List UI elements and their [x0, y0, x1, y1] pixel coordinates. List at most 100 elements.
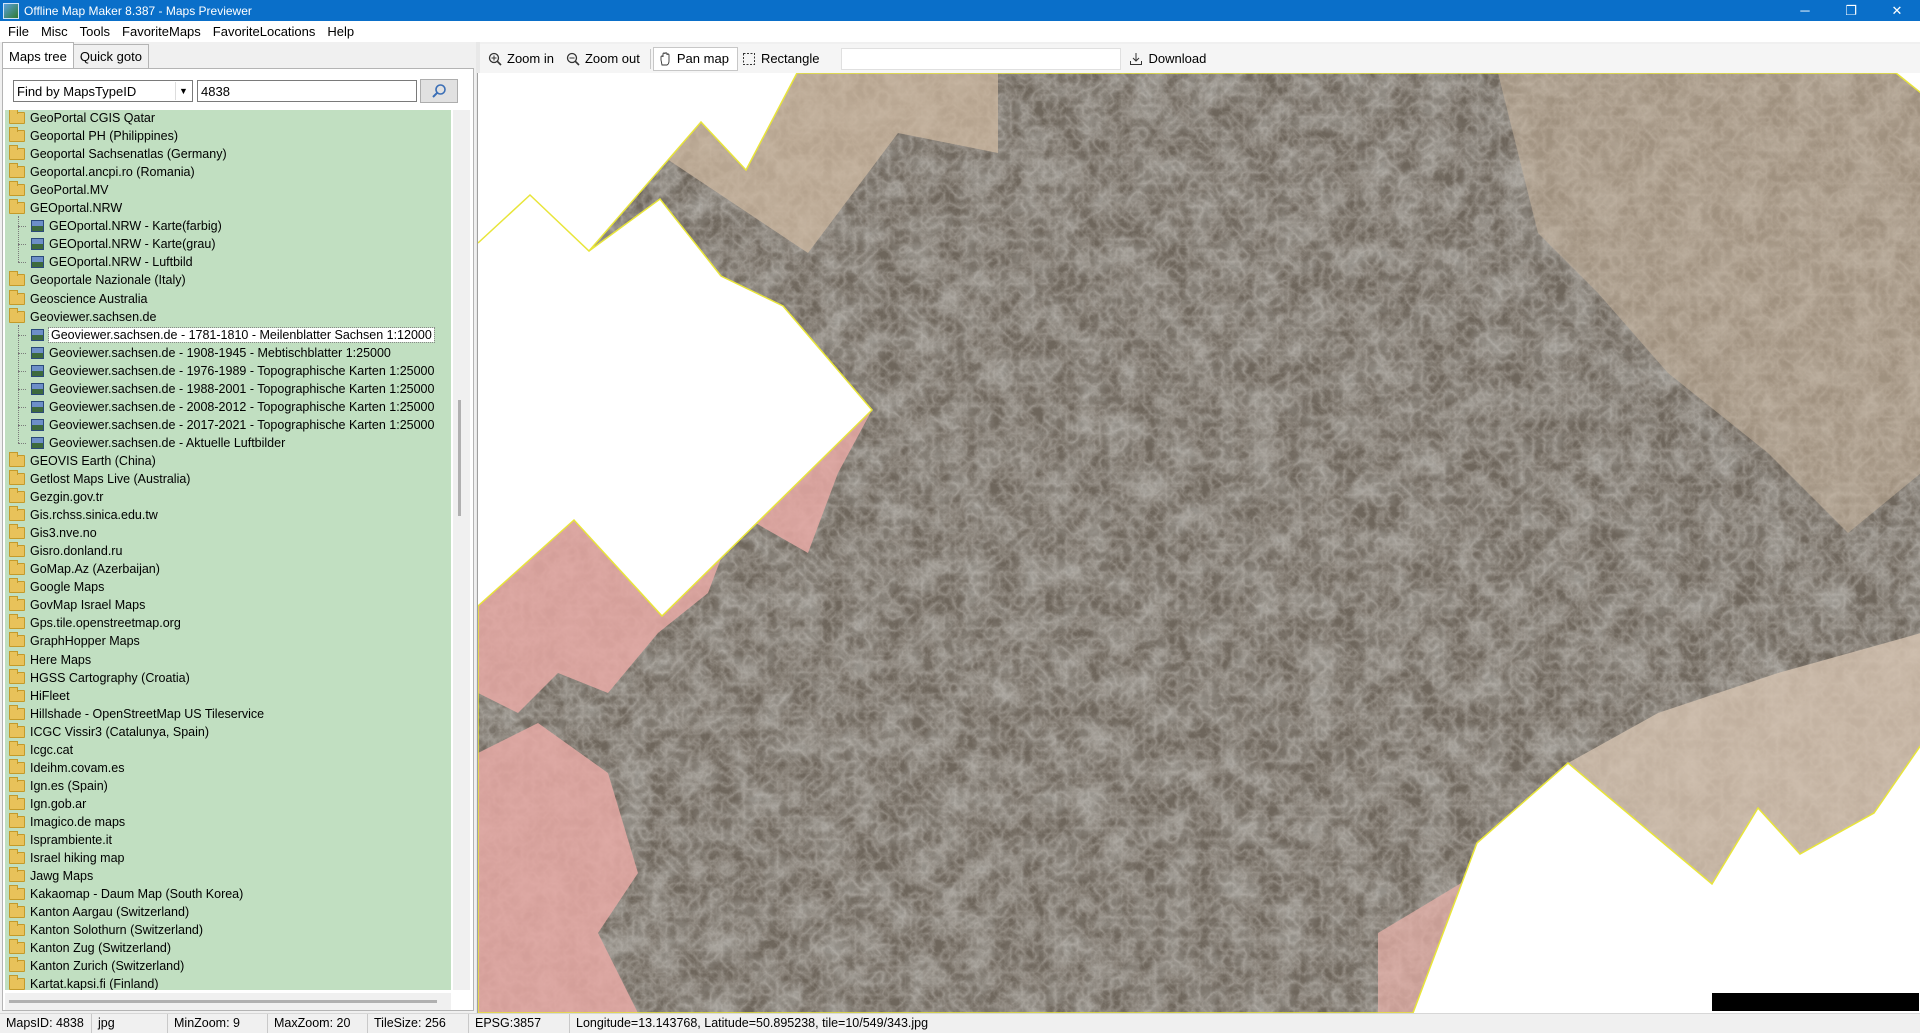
menu-help[interactable]: Help	[322, 24, 361, 39]
find-input[interactable]: 4838	[197, 80, 417, 102]
tree-folder-item[interactable]: Geoportal.ancpi.ro (Romania)	[9, 163, 195, 181]
tree-folder-item[interactable]: Kanton Aargau (Switzerland)	[9, 903, 189, 921]
tree-item-label: Geoscience Australia	[30, 291, 148, 306]
map-view[interactable]	[477, 73, 1920, 1013]
folder-icon	[9, 488, 25, 504]
tree-folder-item[interactable]: Kartat.kapsi.fi (Finland)	[9, 975, 159, 990]
pan-map-button[interactable]: Pan map	[652, 46, 738, 71]
map-canvas[interactable]	[478, 73, 1920, 1013]
tree-connector	[18, 226, 26, 228]
tree-folder-item[interactable]: Geoportal PH (Philippines)	[9, 127, 178, 145]
rectangle-button[interactable]: Rectangle	[738, 47, 828, 71]
maps-tree[interactable]: GeoPortal CGIS Qatar Geoportal PH (Philip…	[5, 110, 451, 990]
tree-folder-item[interactable]: Gisro.donland.ru	[9, 542, 122, 560]
tree-folder-item[interactable]: GEOportal.NRW	[9, 199, 122, 217]
tree-folder-item[interactable]: GovMap Israel Maps	[9, 596, 145, 614]
tree-folder-item[interactable]: Geoportale Nazionale (Italy)	[9, 271, 186, 289]
tree-item-label: HiFleet	[30, 688, 70, 703]
tree-folder-item[interactable]: Kanton Solothurn (Switzerland)	[9, 921, 203, 939]
tree-folder-item[interactable]: Gps.tile.openstreetmap.org	[9, 614, 181, 632]
tree-map-item[interactable]: Geoviewer.sachsen.de - 1988-2001 - Topog…	[31, 380, 434, 398]
tree-item-label: Kanton Solothurn (Switzerland)	[30, 923, 204, 938]
tree-folder-item[interactable]: Google Maps	[9, 578, 104, 596]
tree-folder-item[interactable]: Gis3.nve.no	[9, 524, 97, 542]
tree-folder-item[interactable]: Gis.rchss.sinica.edu.tw	[9, 506, 158, 524]
tree-folder-item[interactable]: ICGC Vissir3 (Catalunya, Spain)	[9, 722, 209, 741]
menu-favorite-maps[interactable]: FavoriteMaps	[117, 24, 208, 39]
tree-folder-item[interactable]: Ideihm.covam.es	[9, 758, 124, 777]
tree-folder-item[interactable]: Imagico.de maps	[9, 812, 125, 831]
tree-folder-item[interactable]: HGSS Cartography (Croatia)	[9, 668, 190, 687]
folder-icon	[9, 451, 25, 467]
menu-favorite-locations[interactable]: FavoriteLocations	[208, 24, 323, 39]
tree-connector	[18, 216, 19, 263]
toolbar-field[interactable]	[841, 47, 1122, 70]
tree-map-item[interactable]: GEOportal.NRW - Karte(farbig)	[31, 217, 222, 235]
status-bar: MapsID: 4838 jpg MinZoom: 9 MaxZoom: 20 …	[0, 1013, 1920, 1033]
zoom-in-button[interactable]: Zoom in	[484, 47, 562, 71]
tree-folder-item[interactable]: Isprambiente.it	[9, 831, 112, 849]
tree-folder-item[interactable]: GeoPortal.MV	[9, 181, 109, 199]
folder-icon	[9, 794, 25, 810]
tree-map-item[interactable]: GEOportal.NRW - Luftbild	[31, 253, 193, 271]
tree-folder-item[interactable]: Getlost Maps Live (Australia)	[9, 470, 190, 488]
tree-folder-item[interactable]: Geoportal Sachsenatlas (Germany)	[9, 145, 227, 163]
tree-vertical-scrollbar[interactable]	[453, 110, 470, 990]
tree-folder-item[interactable]: GeoPortal CGIS Qatar	[9, 110, 155, 127]
tree-map-item[interactable]: GEOportal.NRW - Karte(grau)	[31, 235, 215, 253]
download-button[interactable]: Download	[1125, 47, 1214, 71]
maximize-button[interactable]: ❐	[1828, 0, 1874, 21]
tree-folder-item[interactable]: Kanton Zug (Switzerland)	[9, 939, 171, 957]
tree-folder-item[interactable]: Here Maps	[9, 650, 92, 669]
tree-item-label: Geoportal.ancpi.ro (Romania)	[30, 165, 195, 180]
tree-map-item[interactable]: Geoviewer.sachsen.de - 1976-1989 - Topog…	[31, 362, 434, 380]
tree-folder-item[interactable]: Icgc.cat	[9, 740, 73, 759]
close-button[interactable]: ✕	[1874, 0, 1920, 21]
tree-folder-item[interactable]: Geoscience Australia	[9, 289, 148, 308]
tab-strip: Maps tree Quick goto	[2, 42, 149, 68]
tree-folder-item[interactable]: Ign.es (Spain)	[9, 776, 108, 795]
find-mode-select[interactable]: Find by MapsTypeID ▼	[13, 80, 193, 102]
scrollbar-thumb[interactable]	[458, 400, 461, 516]
tree-folder-item[interactable]: GraphHopper Maps	[9, 632, 140, 650]
tree-folder-item[interactable]: Hillshade - OpenStreetMap US Tileservice	[9, 704, 264, 723]
tree-map-item[interactable]: Geoviewer.sachsen.de - 1908-1945 - Mebti…	[31, 344, 391, 362]
tree-folder-item[interactable]: Geoviewer.sachsen.de	[9, 307, 156, 326]
tree-map-item[interactable]: Geoviewer.sachsen.de - 2008-2012 - Topog…	[31, 398, 434, 416]
tree-item-label: Here Maps	[30, 652, 92, 667]
tree-item-label: Ign.gob.ar	[30, 796, 87, 811]
search-button[interactable]	[420, 79, 458, 103]
menu-tools[interactable]: Tools	[75, 24, 117, 39]
tree-folder-item[interactable]: Kakaomap - Daum Map (South Korea)	[9, 885, 243, 903]
tree-folder-item[interactable]: GEOVIS Earth (China)	[9, 451, 156, 470]
tree-folder-item[interactable]: Jawg Maps	[9, 867, 93, 885]
zoom-out-button[interactable]: Zoom out	[562, 47, 648, 71]
tab-quick-goto[interactable]: Quick goto	[72, 44, 149, 68]
tree-folder-item[interactable]: HiFleet	[9, 686, 70, 705]
folder-icon	[9, 812, 25, 828]
tree-connector	[18, 370, 26, 372]
tree-horizontal-scrollbar[interactable]	[5, 993, 451, 1010]
tree-folder-item[interactable]: GoMap.Az (Azerbaijan)	[9, 560, 160, 578]
zoom-out-icon	[566, 52, 580, 66]
tree-folder-item[interactable]: Israel hiking map	[9, 849, 125, 867]
tree-folder-item[interactable]: Kanton Zurich (Switzerland)	[9, 957, 184, 975]
menu-file[interactable]: File	[3, 24, 36, 39]
minimize-button[interactable]: ─	[1782, 0, 1828, 21]
menu-misc[interactable]: Misc	[36, 24, 75, 39]
map-icon	[31, 220, 44, 233]
tree-map-item[interactable]: Geoviewer.sachsen.de - 1781-1810 - Meile…	[31, 326, 435, 344]
folder-icon	[9, 596, 25, 612]
tab-maps-tree[interactable]: Maps tree	[2, 42, 74, 68]
tree-map-item[interactable]: Geoviewer.sachsen.de - Aktuelle Luftbild…	[31, 434, 285, 452]
tree-connector	[18, 244, 26, 246]
zoom-in-label: Zoom in	[507, 51, 554, 66]
scrollbar-thumb[interactable]	[9, 1000, 437, 1003]
tree-item-label: Kanton Zug (Switzerland)	[30, 941, 172, 956]
tree-folder-item[interactable]: Gezgin.gov.tr	[9, 488, 103, 506]
tree-folder-item[interactable]: Ign.gob.ar	[9, 794, 87, 813]
tree-map-item[interactable]: Geoviewer.sachsen.de - 2017-2021 - Topog…	[31, 416, 434, 434]
tree-connector	[18, 406, 26, 408]
map-icon	[31, 328, 44, 341]
tree-item-label: Geoviewer.sachsen.de - Aktuelle Luftbild…	[49, 435, 286, 450]
